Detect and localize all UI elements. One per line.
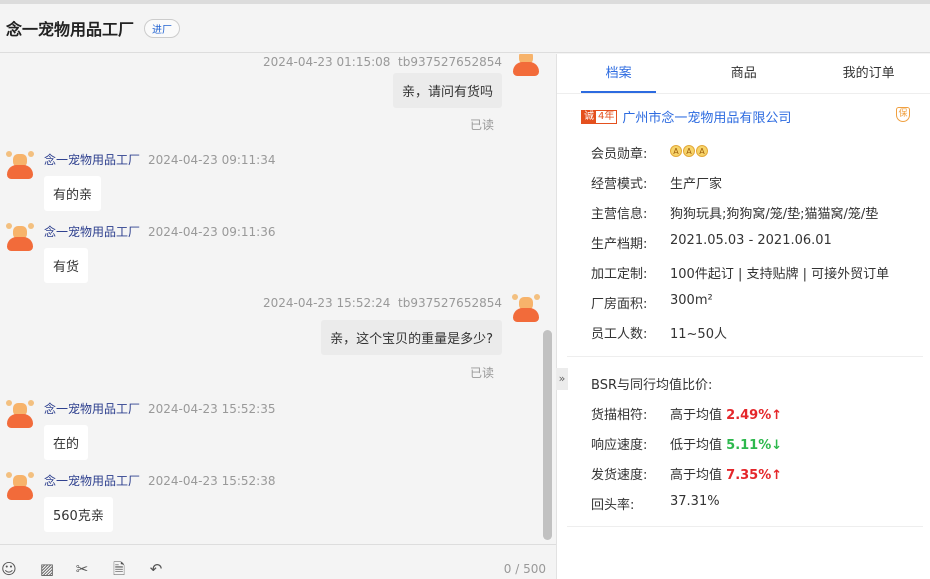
info-row: 生产档期: 2021.05.03 - 2021.06.01 xyxy=(591,233,832,252)
shop-title: 念一宠物用品工厂 xyxy=(6,20,135,39)
avatar xyxy=(512,54,540,76)
message-meta: 念一宠物用品工厂 2024-04-23 15:52:35 xyxy=(44,402,276,416)
shop-info-panel: 档案 商品 我的订单 诚 4年 广州市念一宠物用品有限公司 保 会员勋章: A A A … xyxy=(557,54,930,579)
separator xyxy=(567,356,923,357)
bsr-row: 货描相符: 高于均值 2.49%↑ xyxy=(591,408,783,423)
message-meta: 念一宠物用品工厂 2024-04-23 09:11:34 xyxy=(44,153,276,167)
char-count: 0 / 500 xyxy=(503,562,546,576)
panel-tabs: 档案 商品 我的订单 xyxy=(557,54,930,94)
message-meta: 念一宠物用品工厂 2024-04-23 09:11:36 xyxy=(44,225,276,239)
read-status: 已读 xyxy=(469,118,494,132)
separator xyxy=(567,526,923,527)
info-row-medals: 会员勋章: A A A xyxy=(591,143,709,162)
company-line: 诚 4年 广州市念一宠物用品有限公司 xyxy=(581,107,791,126)
quick-reply-icon[interactable]: ↶ xyxy=(147,560,165,578)
emoji-icon[interactable]: ☺ xyxy=(0,560,18,578)
message-bubble: 560克亲 xyxy=(44,497,113,532)
info-row: 经营模式: 生产厂家 xyxy=(591,177,723,192)
input-toolbar: ☺ ▨ ✂ 🗎 ↶ 0 / 500 xyxy=(0,544,556,579)
scissors-icon[interactable]: ✂ xyxy=(73,560,91,578)
bsr-row: 发货速度: 高于均值 7.35%↑ xyxy=(591,468,783,483)
message-bubble: 在的 xyxy=(44,425,89,460)
avatar xyxy=(512,294,540,322)
enter-factory-badge[interactable]: 进厂 xyxy=(144,18,181,38)
document-icon[interactable]: 🗎 xyxy=(110,560,128,578)
message-meta: 2024-04-23 15:52:24 tb937527652854 xyxy=(262,296,502,310)
info-row: 厂房面积: 300m² xyxy=(591,293,713,312)
chat-scrollbar[interactable] xyxy=(543,330,552,540)
company-name-link[interactable]: 广州市念一宠物用品有限公司 xyxy=(622,107,791,126)
tab-profile[interactable]: 档案 xyxy=(581,54,657,93)
avatar xyxy=(6,151,34,179)
message-meta: 2024-04-23 01:15:08 tb937527652854 xyxy=(262,55,502,69)
avatar xyxy=(6,400,34,428)
message-bubble: 亲，这个宝贝的重量是多少? xyxy=(321,320,502,355)
image-icon[interactable]: ▨ xyxy=(38,560,56,578)
info-row: 员工人数: 11~50人 xyxy=(591,327,727,342)
chat-history[interactable]: 2024-04-23 01:15:08 tb937527652854 亲，请问有… xyxy=(0,54,556,544)
bsr-row: 响应速度: 低于均值 5.11%↓ xyxy=(591,438,783,453)
bsr-title: BSR与同行均值比价: xyxy=(591,378,713,393)
message-bubble: 有的亲 xyxy=(44,176,102,211)
medal-icon: A xyxy=(670,145,682,157)
info-row: 加工定制: 100件起订 | 支持贴牌 | 可接外贸订单 xyxy=(591,267,890,282)
arrow-up-icon: ↑ xyxy=(771,408,783,423)
info-row: 主营信息: 狗狗玩具;狗狗窝/笼/垫;猫猫窝/笼/垫 xyxy=(591,207,879,222)
medal-icons: AAA xyxy=(670,143,709,162)
message-meta: 念一宠物用品工厂 2024-04-23 15:52:38 xyxy=(44,474,276,488)
avatar xyxy=(6,223,34,251)
bsr-row: 回头率: 37.31% xyxy=(591,494,720,513)
chat-header: 念一宠物用品工厂 进厂 xyxy=(0,4,930,53)
arrow-up-icon: ↑ xyxy=(771,468,783,483)
medal-icon: A xyxy=(683,145,695,157)
avatar xyxy=(6,472,34,500)
message-bubble: 有货 xyxy=(44,248,89,283)
tab-products[interactable]: 商品 xyxy=(682,54,805,93)
tab-my-orders[interactable]: 我的订单 xyxy=(807,54,930,93)
medal-icon: A xyxy=(696,145,708,157)
message-bubble: 亲，请问有货吗 xyxy=(392,73,502,108)
years-badge: 诚 4年 xyxy=(581,109,618,124)
guarantee-shield-icon: 保 xyxy=(896,107,910,122)
collapse-panel-button[interactable]: » xyxy=(556,368,568,390)
read-status: 已读 xyxy=(469,366,494,380)
arrow-down-icon: ↓ xyxy=(771,438,783,453)
